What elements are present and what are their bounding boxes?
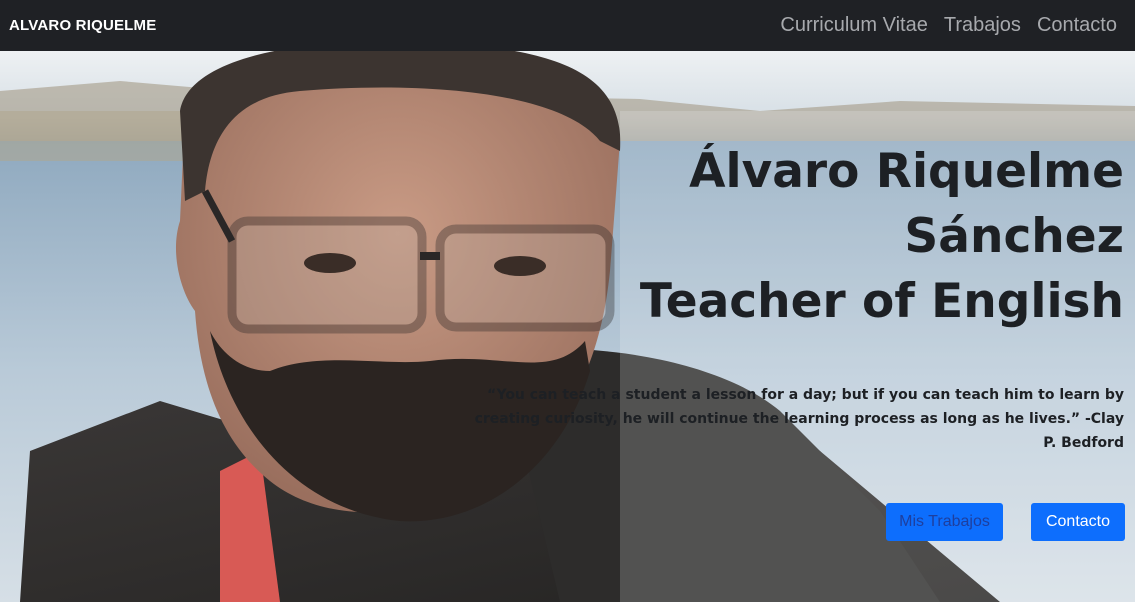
nav-link-trabajos[interactable]: Trabajos	[944, 14, 1021, 37]
hero-title-line-name: Álvaro Riquelme	[689, 144, 1124, 199]
hero-quote: “You can teach a student a lesson for a …	[474, 387, 1124, 451]
my-works-button[interactable]: Mis Trabajos	[886, 503, 1003, 541]
navbar: ALVARO RIQUELME Curriculum Vitae Trabajo…	[0, 0, 1135, 51]
hero-title-line-surname: Sánchez	[904, 209, 1124, 264]
nav-links: Curriculum Vitae Trabajos Contacto	[780, 14, 1117, 37]
nav-link-curriculum[interactable]: Curriculum Vitae	[780, 14, 927, 37]
brand-logo-link[interactable]: ALVARO RIQUELME	[9, 17, 156, 34]
hero-title: Álvaro Riquelme Sánchez Teacher of Engli…	[640, 139, 1124, 334]
hero-section: Álvaro Riquelme Sánchez Teacher of Engli…	[0, 51, 1135, 602]
hero-title-line-role: Teacher of English	[639, 274, 1124, 329]
contact-button[interactable]: Contacto	[1031, 503, 1125, 541]
nav-link-contacto[interactable]: Contacto	[1037, 14, 1117, 37]
